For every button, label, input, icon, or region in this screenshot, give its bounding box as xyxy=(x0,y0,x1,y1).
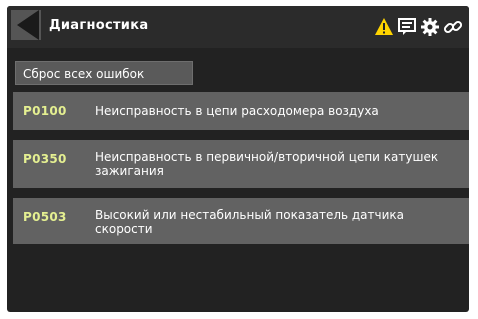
warning-icon[interactable] xyxy=(374,17,394,37)
message-icon[interactable] xyxy=(397,17,417,37)
error-description: Неисправность в цепи расходомера воздуха xyxy=(95,104,379,118)
error-description: Неисправность в первичной/вторичной цепи… xyxy=(95,150,439,178)
error-description: Высокий или нестабильный показатель датч… xyxy=(95,208,405,236)
status-icons xyxy=(374,15,463,39)
back-arrow-icon xyxy=(17,10,39,40)
app-screen: Диагностика Сброс всех ошибок P0100 Неис… xyxy=(7,6,469,312)
error-row[interactable]: P0100 Неисправность в цепи расходомера в… xyxy=(13,92,469,130)
back-button[interactable] xyxy=(11,10,41,40)
error-code: P0503 xyxy=(23,210,67,224)
error-row[interactable]: P0350 Неисправность в первичной/вторично… xyxy=(13,140,469,188)
link-icon[interactable] xyxy=(443,17,463,37)
page-title: Диагностика xyxy=(49,18,149,33)
gear-icon[interactable] xyxy=(420,17,440,37)
title-bar: Диагностика xyxy=(7,6,469,48)
error-row[interactable]: P0503 Высокий или нестабильный показател… xyxy=(13,198,469,244)
reset-all-errors-button[interactable]: Сброс всех ошибок xyxy=(15,61,193,85)
error-code: P0350 xyxy=(23,152,67,166)
error-code: P0100 xyxy=(23,104,67,118)
